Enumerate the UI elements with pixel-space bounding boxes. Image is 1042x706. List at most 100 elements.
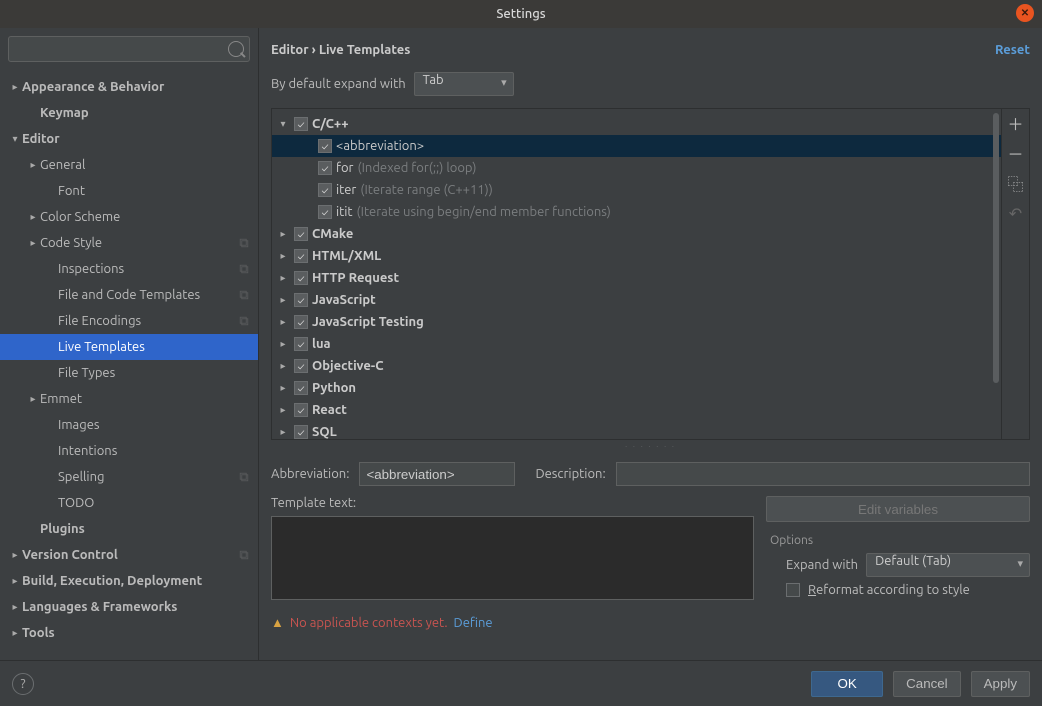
description-label: Description: [535, 467, 605, 481]
template-description: (Iterate using begin/end member function… [357, 205, 611, 219]
expand-default-select[interactable]: Tab [414, 72, 514, 96]
checkbox[interactable]: ✓ [318, 139, 332, 153]
search-input[interactable] [8, 36, 250, 62]
checkbox[interactable]: ✓ [294, 227, 308, 241]
checkbox[interactable]: ✓ [294, 381, 308, 395]
expand-with-select[interactable]: Default (Tab) [866, 553, 1030, 577]
chevron-icon: ▸ [8, 81, 22, 93]
titlebar: Settings [0, 0, 1042, 28]
scope-icon [238, 263, 250, 275]
template-label: for [336, 161, 353, 175]
template-item[interactable]: ▸✓JavaScript [272, 289, 1001, 311]
tree-item-code-style[interactable]: ▸Code Style [0, 230, 258, 256]
reformat-label: Reformat according to style [808, 583, 970, 597]
template-list[interactable]: ▾✓C/C++✓<abbreviation>✓for(Indexed for(;… [272, 109, 1001, 439]
tree-item-label: Version Control [22, 548, 118, 562]
reset-link[interactable]: Reset [995, 43, 1030, 57]
tree-item-emmet[interactable]: ▸Emmet [0, 386, 258, 412]
define-context-link[interactable]: Define [454, 616, 493, 630]
tree-item-languages-frameworks[interactable]: ▸Languages & Frameworks [0, 594, 258, 620]
template-item[interactable]: ▸✓React [272, 399, 1001, 421]
scrollbar[interactable] [993, 113, 999, 383]
cancel-button[interactable]: Cancel [893, 671, 961, 697]
copy-icon[interactable]: ⿻ [1006, 173, 1026, 193]
checkbox[interactable]: ✓ [294, 293, 308, 307]
template-item[interactable]: ▸✓HTTP Request [272, 267, 1001, 289]
chevron-icon: ▸ [8, 575, 22, 587]
edit-variables-button[interactable]: Edit variables [766, 496, 1030, 522]
template-label: Objective-C [312, 359, 384, 373]
template-item[interactable]: ▸✓CMake [272, 223, 1001, 245]
template-item[interactable]: ▸✓Objective-C [272, 355, 1001, 377]
template-text-label: Template text: [271, 496, 356, 510]
checkbox[interactable]: ✓ [294, 315, 308, 329]
template-description: (Indexed for(;;) loop) [357, 161, 476, 175]
expand-with-label: Expand with [786, 558, 858, 572]
checkbox[interactable]: ✓ [294, 337, 308, 351]
tree-item-tools[interactable]: ▸Tools [0, 620, 258, 646]
reformat-checkbox[interactable] [786, 583, 800, 597]
tree-item-inspections[interactable]: Inspections [0, 256, 258, 282]
checkbox[interactable]: ✓ [318, 161, 332, 175]
tree-item-file-and-code-templates[interactable]: File and Code Templates [0, 282, 258, 308]
checkbox[interactable]: ✓ [318, 183, 332, 197]
settings-tree[interactable]: ▸Appearance & BehaviorKeymap▾Editor▸Gene… [0, 70, 258, 660]
template-toolbar: ＋ － ⿻ ↶ [1001, 109, 1029, 439]
tree-item-font[interactable]: Font [0, 178, 258, 204]
tree-item-keymap[interactable]: Keymap [0, 100, 258, 126]
template-item[interactable]: ✓iter(Iterate range (C++11)) [272, 179, 1001, 201]
template-item[interactable]: ▸✓HTML/XML [272, 245, 1001, 267]
checkbox[interactable]: ✓ [318, 205, 332, 219]
scope-icon [238, 315, 250, 327]
template-text-area[interactable] [271, 516, 754, 600]
tree-item-editor[interactable]: ▾Editor [0, 126, 258, 152]
remove-icon[interactable]: － [1006, 143, 1026, 163]
tree-item-images[interactable]: Images [0, 412, 258, 438]
tree-item-label: Appearance & Behavior [22, 80, 164, 94]
close-icon[interactable] [1016, 4, 1034, 22]
ok-button[interactable]: OK [811, 671, 883, 697]
template-item[interactable]: ▸✓JavaScript Testing [272, 311, 1001, 333]
template-item[interactable]: ▸✓lua [272, 333, 1001, 355]
checkbox[interactable]: ✓ [294, 117, 308, 131]
tree-item-color-scheme[interactable]: ▸Color Scheme [0, 204, 258, 230]
splitter-grip[interactable]: · · · · · · · [271, 442, 1030, 452]
checkbox[interactable]: ✓ [294, 403, 308, 417]
chevron-icon: ▸ [276, 316, 290, 328]
description-input[interactable] [616, 462, 1030, 486]
checkbox[interactable]: ✓ [294, 425, 308, 439]
help-icon[interactable]: ? [12, 673, 34, 695]
tree-item-label: Intentions [58, 444, 117, 458]
template-item[interactable]: ✓ for (Indexed for(;;) loop) [272, 157, 1001, 179]
tree-item-file-encodings[interactable]: File Encodings [0, 308, 258, 334]
add-icon[interactable]: ＋ [1006, 113, 1026, 133]
template-item[interactable]: ▸✓Python [272, 377, 1001, 399]
revert-icon[interactable]: ↶ [1006, 203, 1026, 223]
tree-item-spelling[interactable]: Spelling [0, 464, 258, 490]
tree-item-plugins[interactable]: Plugins [0, 516, 258, 542]
tree-item-label: Spelling [58, 470, 104, 484]
template-item[interactable]: ▸✓SQL [272, 421, 1001, 439]
tree-item-live-templates[interactable]: Live Templates [0, 334, 258, 360]
template-label: HTTP Request [312, 271, 399, 285]
tree-item-todo[interactable]: TODO [0, 490, 258, 516]
tree-item-label: Plugins [40, 522, 85, 536]
tree-item-general[interactable]: ▸General [0, 152, 258, 178]
tree-item-appearance-behavior[interactable]: ▸Appearance & Behavior [0, 74, 258, 100]
checkbox[interactable]: ✓ [294, 249, 308, 263]
template-item[interactable]: ✓<abbreviation> [272, 135, 1001, 157]
chevron-icon: ▸ [276, 426, 290, 438]
template-item[interactable]: ✓itit(Iterate using begin/end member fun… [272, 201, 1001, 223]
tree-item-build-execution-deployment[interactable]: ▸Build, Execution, Deployment [0, 568, 258, 594]
tree-item-label: Tools [22, 626, 55, 640]
template-item[interactable]: ▾✓C/C++ [272, 113, 1001, 135]
tree-item-intentions[interactable]: Intentions [0, 438, 258, 464]
abbreviation-input[interactable] [359, 462, 515, 486]
apply-button[interactable]: Apply [971, 671, 1030, 697]
tree-item-label: Color Scheme [40, 210, 120, 224]
tree-item-file-types[interactable]: File Types [0, 360, 258, 386]
checkbox[interactable]: ✓ [294, 271, 308, 285]
checkbox[interactable]: ✓ [294, 359, 308, 373]
tree-item-version-control[interactable]: ▸Version Control [0, 542, 258, 568]
tree-item-label: General [40, 158, 85, 172]
